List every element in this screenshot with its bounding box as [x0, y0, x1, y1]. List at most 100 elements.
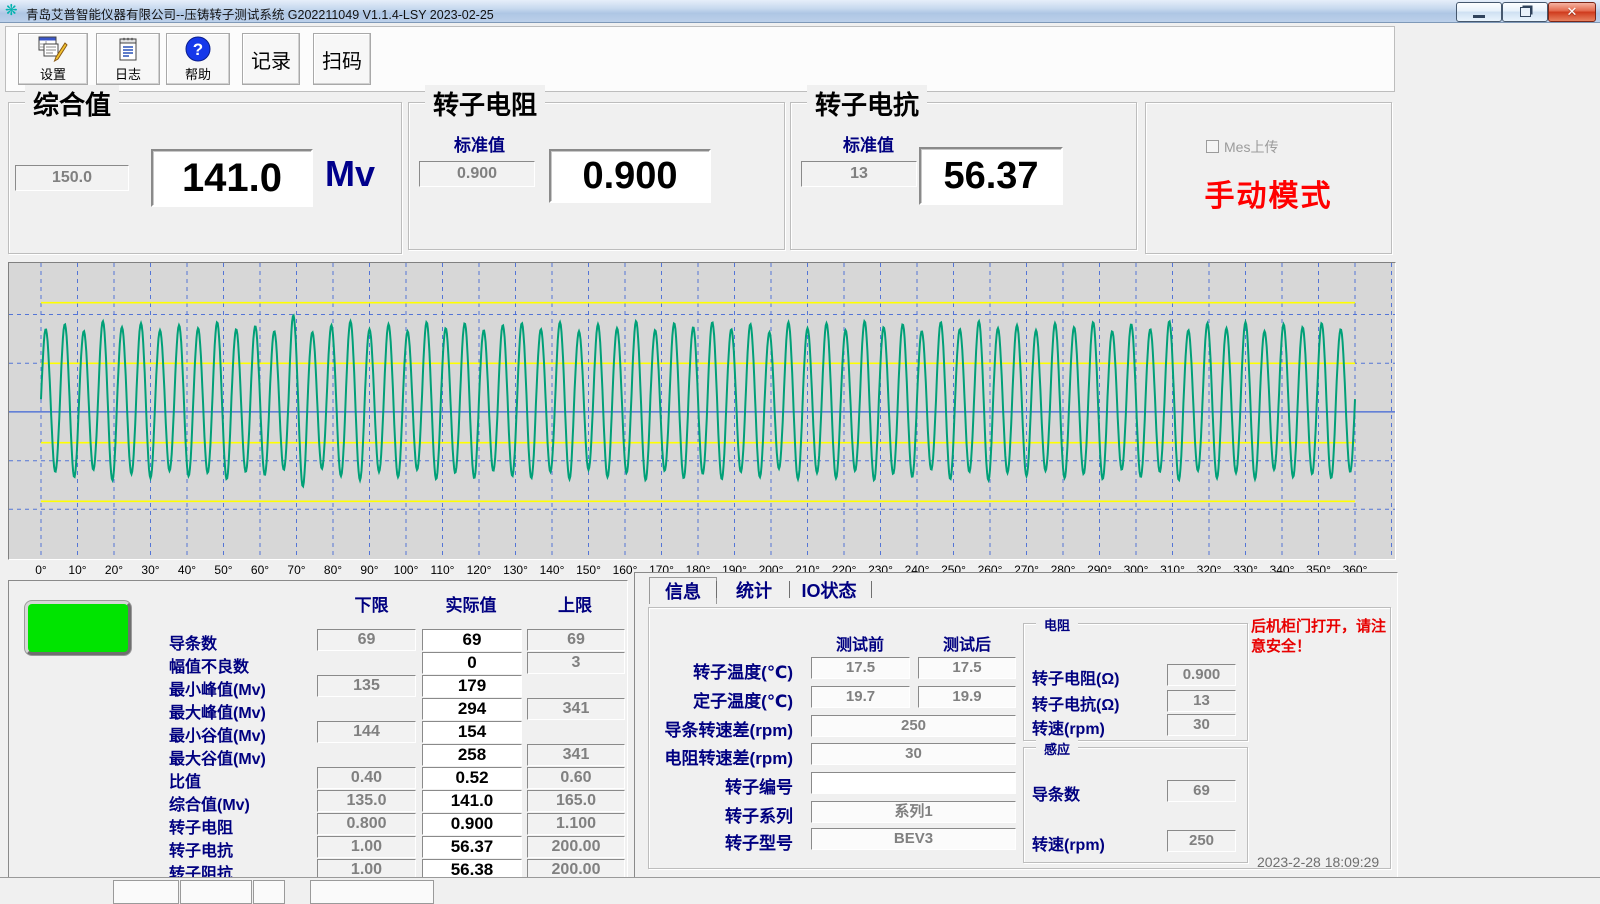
help-question-icon: ?: [184, 35, 212, 63]
toolbar-button-2[interactable]: 日志: [96, 33, 160, 85]
partial-button[interactable]: [310, 880, 434, 904]
limits-row-label: 最小峰值(Mv): [169, 676, 266, 700]
log-document-icon: [116, 35, 140, 63]
info-row-label: 电阻转速差(rpm): [643, 744, 793, 769]
checkbox-icon: [1206, 140, 1219, 153]
limits-actual-value: 56.37: [422, 836, 522, 858]
minimize-button[interactable]: [1456, 2, 1502, 22]
reactance-standard-value: 13: [801, 161, 917, 187]
resistance-actual-value: 0.900: [549, 149, 711, 203]
limits-lower-value: 0.800: [317, 813, 416, 835]
toolbar-button-label: 扫码: [322, 45, 362, 74]
waveform-svg: [9, 263, 1395, 559]
datetime-text: 2023-2-28 18:09:29: [1257, 854, 1392, 870]
limits-actual-value: 0.900: [422, 813, 522, 835]
toolbar-button-3[interactable]: ? 帮助: [166, 33, 230, 85]
settings-form-pencil-icon: [38, 35, 68, 63]
manual-mode-text: 手动模式: [1146, 171, 1391, 215]
resistance-standard-value: 0.900: [419, 161, 535, 187]
resistance-group-title: 电阻: [1036, 615, 1078, 634]
limits-actual-value: 154: [422, 721, 522, 743]
limits-upper-value: 69: [527, 629, 625, 651]
limits-row-label: 综合值(Mv): [169, 791, 250, 815]
info-value: 系列1: [811, 801, 1016, 823]
info-before-value: 17.5: [811, 657, 910, 679]
partial-button[interactable]: [180, 880, 252, 904]
info-value-input[interactable]: [811, 772, 1016, 794]
limits-actual-value: 179: [422, 675, 522, 697]
reactance-standard-label: 标准值: [843, 131, 894, 156]
partial-button[interactable]: [253, 880, 285, 904]
close-button[interactable]: ✕: [1548, 2, 1596, 22]
rotor-reactance-groupbox: 转子电抗 标准值 13 56.37: [790, 102, 1137, 250]
group-row-label: 转子电抗(Ω): [1032, 691, 1120, 715]
rotor-resistance-title: 转子电阻: [425, 85, 545, 122]
info-before-value: 19.7: [811, 686, 910, 708]
info-value: BEV3: [811, 828, 1016, 850]
limits-lower-value: 1.00: [317, 836, 416, 858]
info-after-value: 17.5: [918, 657, 1016, 679]
limits-row-label: 导条数: [169, 630, 217, 654]
toolbar-button-1[interactable]: 设置: [18, 33, 88, 85]
titlebar: ❋ 青岛艾普智能仪器有限公司--压铸转子测试系统 G202211049 V1.1…: [0, 0, 1600, 23]
limits-upper-value: 341: [527, 744, 625, 766]
safety-warning-text: 后机柜门打开，请注意安全！: [1251, 617, 1391, 658]
limits-upper-value: 1.100: [527, 813, 625, 835]
resistance-group: 电阻 转子电阻(Ω)0.900转子电抗(Ω)13转速(rpm)30: [1023, 623, 1248, 741]
induction-group: 感应 导条数69转速(rpm)250: [1023, 747, 1248, 863]
toolbar-button-label: 帮助: [185, 64, 211, 83]
limits-upper-value: 3: [527, 652, 625, 674]
limits-header-actual: 实际值: [422, 591, 520, 616]
info-row-label: 转子温度(℃): [643, 658, 793, 683]
limits-actual-value: 0.52: [422, 767, 522, 789]
toolbar-button-5[interactable]: 扫码: [313, 33, 371, 85]
mes-upload-checkbox[interactable]: Mes上传: [1206, 137, 1278, 157]
limits-lower-value: 144: [317, 721, 416, 743]
rotor-reactance-title: 转子电抗: [807, 85, 927, 122]
mode-groupbox: Mes上传 手动模式: [1145, 102, 1392, 254]
toolbar-button-label: 设置: [40, 64, 66, 83]
tab-separator: [789, 581, 790, 598]
group-row-value: 30: [1167, 714, 1236, 736]
column-header-after: 测试后: [932, 631, 1002, 655]
tab-统计[interactable]: 统计: [725, 577, 783, 603]
summary-actual-value: 141.0: [151, 149, 313, 207]
info-after-value: 19.9: [918, 686, 1016, 708]
limits-row-label: 最大谷值(Mv): [169, 745, 266, 769]
summary-groupbox: 综合值 150.0 141.0 Mv: [8, 102, 402, 254]
close-icon: ✕: [1567, 5, 1578, 19]
mes-upload-label: Mes上传: [1224, 139, 1278, 155]
limits-actual-value: 0: [422, 652, 522, 674]
summary-title: 综合值: [25, 85, 119, 122]
info-row-label: 转子型号: [643, 829, 793, 854]
tab-separator: [716, 581, 717, 598]
tab-IO状态[interactable]: IO状态: [793, 577, 865, 603]
tab-separator: [871, 581, 872, 598]
limits-row-label: 转子电阻: [169, 814, 233, 838]
minimize-icon: [1473, 15, 1485, 18]
group-row-value: 0.900: [1167, 664, 1236, 686]
limits-lower-value: 135.0: [317, 790, 416, 812]
toolbar-button-4[interactable]: 记录: [242, 33, 300, 85]
rotor-resistance-groupbox: 转子电阻 标准值 0.900 0.900: [408, 102, 785, 250]
toolbar-button-label: 日志: [115, 64, 141, 83]
limits-row-label: 最小谷值(Mv): [169, 722, 266, 746]
resistance-standard-label: 标准值: [454, 131, 505, 156]
partial-button[interactable]: [113, 880, 179, 904]
limits-actual-value: 258: [422, 744, 522, 766]
svg-text:?: ?: [193, 40, 203, 59]
limits-panel: 下限 实际值 上限 导条数696969幅值不良数03最小峰值(Mv)135179…: [8, 580, 628, 878]
info-value: 30: [811, 743, 1016, 765]
window-title: 青岛艾普智能仪器有限公司--压铸转子测试系统 G202211049 V1.1.4…: [26, 4, 494, 23]
limits-upper-value: 200.00: [527, 836, 625, 858]
limits-lower-value: 135: [317, 675, 416, 697]
group-row-value: 13: [1167, 690, 1236, 712]
group-row-label: 转速(rpm): [1032, 831, 1105, 855]
restore-button[interactable]: [1502, 2, 1548, 22]
limits-lower-value: 0.40: [317, 767, 416, 789]
partial-buttons-strip: [0, 877, 1600, 901]
status-led: [25, 601, 131, 655]
waveform-chart[interactable]: [8, 262, 1396, 560]
group-row-label: 导条数: [1032, 781, 1080, 805]
tab-信息[interactable]: 信息: [649, 577, 717, 604]
